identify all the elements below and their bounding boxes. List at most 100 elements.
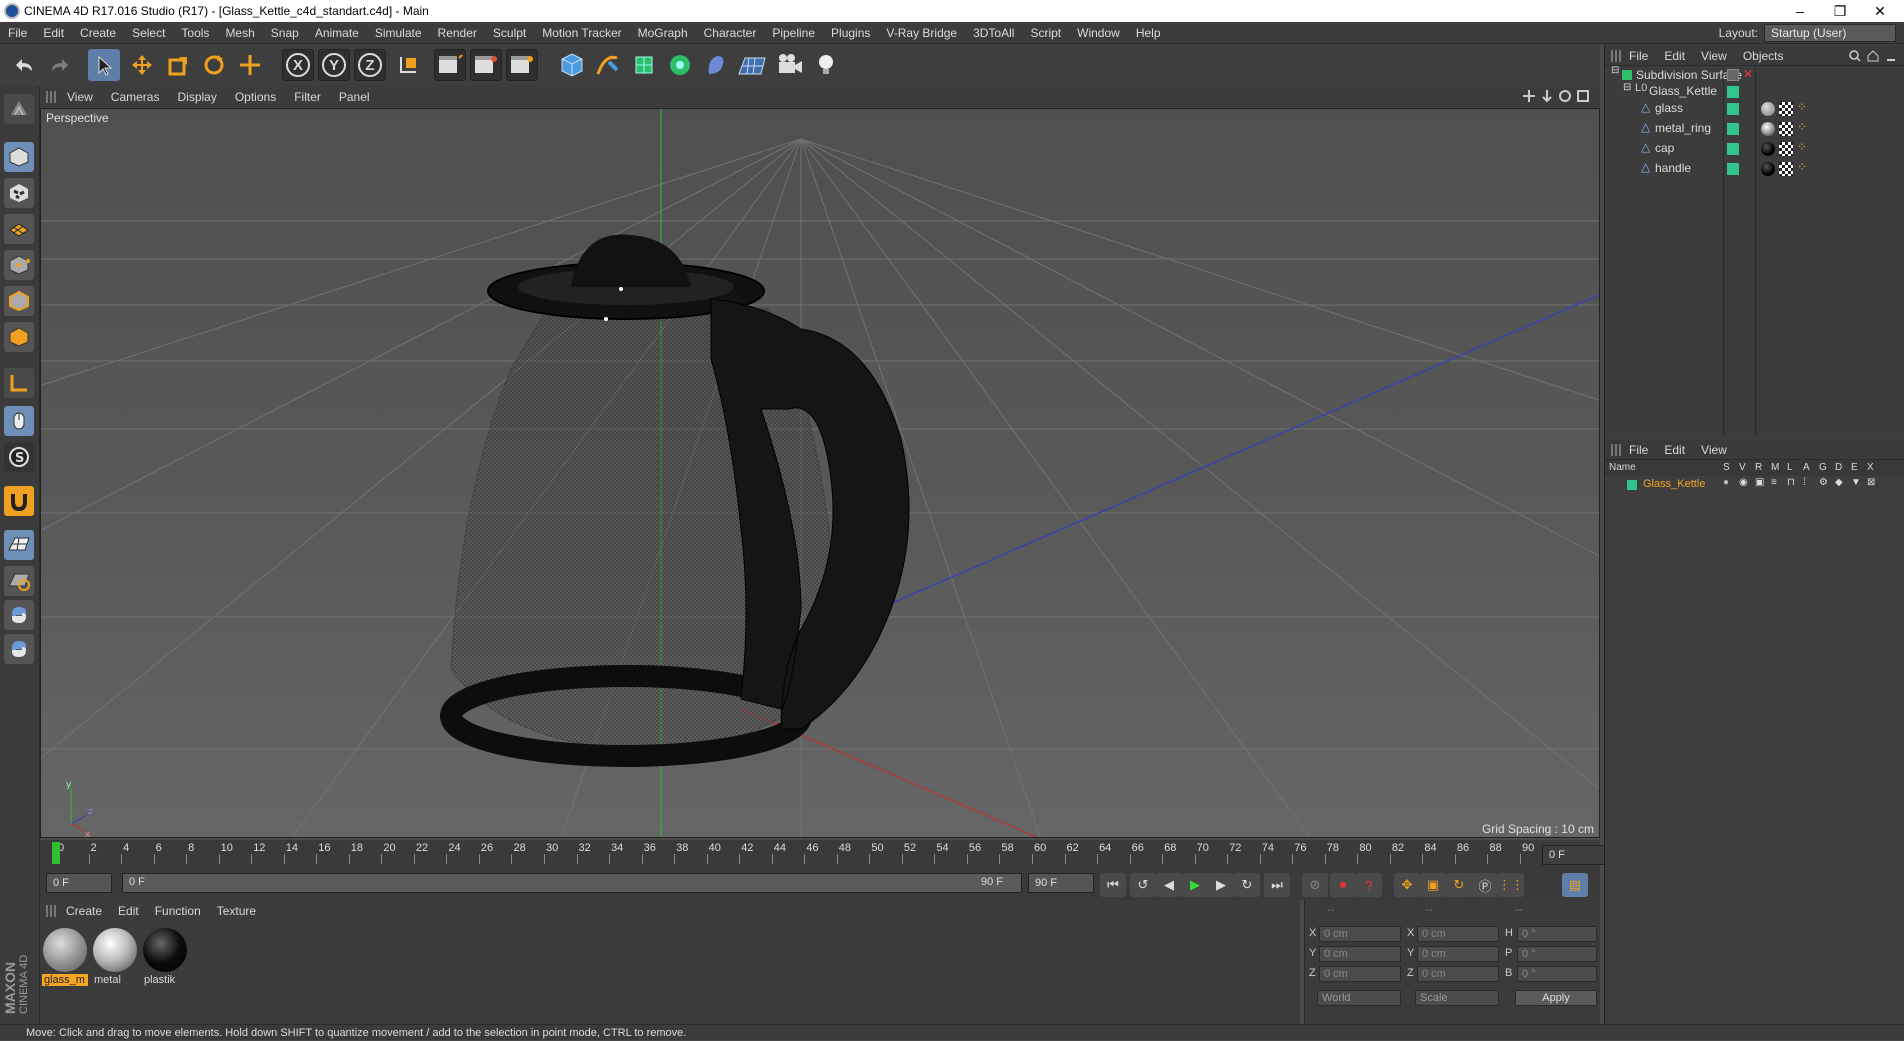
menu-help[interactable]: Help xyxy=(1128,22,1169,44)
minimize-button[interactable]: – xyxy=(1780,0,1820,22)
object-glass[interactable]: glass xyxy=(1655,101,1683,115)
menu-file[interactable]: File xyxy=(0,22,35,44)
size-y-field[interactable]: 0 cm xyxy=(1417,946,1499,962)
python-console-icon[interactable] xyxy=(4,634,34,664)
menu-sculpt[interactable]: Sculpt xyxy=(485,22,534,44)
viewport-pan-icon[interactable] xyxy=(1522,89,1536,103)
frame-range-slider[interactable]: 0 F 90 F xyxy=(122,873,1022,893)
material-menu-function[interactable]: Function xyxy=(147,904,209,918)
plastik-material-tag-icon[interactable] xyxy=(1761,162,1775,176)
menu-script[interactable]: Script xyxy=(1022,22,1069,44)
menu-select[interactable]: Select xyxy=(124,22,173,44)
menu-mesh[interactable]: Mesh xyxy=(217,22,262,44)
layer-generator-icon[interactable]: ⚙ xyxy=(1819,477,1828,488)
material-swatch-plastik[interactable]: plastik xyxy=(142,928,188,986)
expand-icon[interactable]: ⊟ xyxy=(1611,65,1619,76)
material-menu-texture[interactable]: Texture xyxy=(209,904,264,918)
play-icon[interactable]: ▶ xyxy=(1182,873,1208,897)
viewport-menu-panel[interactable]: Panel xyxy=(330,90,379,104)
next-key-icon[interactable]: ↻ xyxy=(1234,873,1260,897)
menu-vray-bridge[interactable]: V-Ray Bridge xyxy=(878,22,965,44)
key-move-icon[interactable]: ✥ xyxy=(1394,873,1420,897)
menu-simulate[interactable]: Simulate xyxy=(367,22,430,44)
axis-mode-icon[interactable] xyxy=(4,368,34,398)
key-param-icon[interactable]: Ⓟ xyxy=(1472,873,1498,897)
grid-workplane-icon[interactable] xyxy=(4,530,34,560)
z-axis-lock-button[interactable]: Z xyxy=(354,49,386,81)
undo-icon[interactable] xyxy=(8,49,40,81)
viewport-menu-display[interactable]: Display xyxy=(168,90,225,104)
layer-menu-file[interactable]: File xyxy=(1621,443,1656,457)
layer-expression-icon[interactable]: ▼ xyxy=(1851,477,1861,488)
layer-xref-icon[interactable]: ⊠ xyxy=(1867,477,1875,488)
object-menu-edit[interactable]: Edit xyxy=(1656,49,1693,63)
light-icon[interactable] xyxy=(810,49,842,81)
record-icon[interactable]: ⏺ xyxy=(1330,873,1356,897)
layer-animation-icon[interactable]: ⁞ xyxy=(1803,477,1806,488)
layer-menu-view[interactable]: View xyxy=(1693,443,1735,457)
menu-create[interactable]: Create xyxy=(72,22,124,44)
tweak-mode-icon[interactable] xyxy=(4,406,34,436)
menu-edit[interactable]: Edit xyxy=(35,22,72,44)
subdivision-surface-icon[interactable] xyxy=(628,49,660,81)
x-axis-lock-button[interactable]: X xyxy=(282,49,314,81)
visibility-dot-icon[interactable] xyxy=(1727,123,1739,135)
maximize-button[interactable]: ❐ xyxy=(1820,0,1860,22)
layer-solo-icon[interactable]: ● xyxy=(1723,477,1729,488)
y-axis-lock-button[interactable]: Y xyxy=(318,49,350,81)
viewport-menu-view[interactable]: View xyxy=(58,90,102,104)
make-editable-icon[interactable] xyxy=(4,94,34,124)
phong-tag-icon[interactable]: ⁘ xyxy=(1797,160,1807,174)
current-frame-field[interactable]: 0 F xyxy=(1542,845,1606,865)
move-icon[interactable] xyxy=(126,49,158,81)
cube-primitive-icon[interactable] xyxy=(556,49,588,81)
viewport-rotate-icon[interactable] xyxy=(1558,89,1572,103)
key-rotate-icon[interactable]: ↻ xyxy=(1446,873,1472,897)
timeline-ruler[interactable]: 0 2 4 6 8 10 12 14 16 18 20 22 24 26 28 30 32 34 36 38 40 42 4… xyxy=(40,840,1606,868)
key-scale-icon[interactable]: ▣ xyxy=(1420,873,1446,897)
menu-render[interactable]: Render xyxy=(430,22,485,44)
disabled-x-icon[interactable]: ✕ xyxy=(1743,67,1753,81)
layer-name[interactable]: Glass_Kettle xyxy=(1643,478,1705,490)
material-menu-create[interactable]: Create xyxy=(58,904,110,918)
layer-visibility-icon[interactable]: ◉ xyxy=(1739,477,1748,488)
magnet-icon[interactable] xyxy=(4,486,34,516)
layer-deformer-icon[interactable]: ◆ xyxy=(1835,477,1843,488)
rotate-icon[interactable] xyxy=(198,49,230,81)
render-settings-icon[interactable] xyxy=(506,49,538,81)
live-selection-icon[interactable] xyxy=(88,49,120,81)
autokey-icon[interactable]: ? xyxy=(1356,873,1382,897)
scale-icon[interactable] xyxy=(162,49,194,81)
object-menu-objects[interactable]: Objects xyxy=(1735,49,1792,63)
menu-snap[interactable]: Snap xyxy=(263,22,307,44)
pos-y-field[interactable]: 0 cm xyxy=(1319,946,1401,962)
menu-window[interactable]: Window xyxy=(1069,22,1128,44)
record-disabled-icon[interactable]: ⊘ xyxy=(1302,873,1328,897)
viewport-maximize-icon[interactable] xyxy=(1576,89,1590,103)
floor-icon[interactable] xyxy=(736,49,768,81)
phong-tag-icon[interactable]: ⁘ xyxy=(1797,120,1807,134)
workplane-lock-icon[interactable] xyxy=(4,566,34,596)
material-swatch-glass[interactable]: glass_m xyxy=(42,928,88,986)
camera-icon[interactable] xyxy=(774,49,806,81)
texture-tag-icon[interactable] xyxy=(1779,162,1793,176)
visibility-dot-icon[interactable] xyxy=(1727,143,1739,155)
texture-tag-icon[interactable] xyxy=(1779,102,1793,116)
object-menu-view[interactable]: View xyxy=(1693,49,1735,63)
layer-row[interactable]: Glass_Kettle ● ◉ ▣ ≡ ⊓ ⁞ ⚙ ◆ ▼ ⊠ xyxy=(1605,476,1904,494)
rot-h-field[interactable]: 0 ° xyxy=(1517,926,1597,942)
cloner-icon[interactable] xyxy=(664,49,696,81)
deformer-icon[interactable] xyxy=(700,49,732,81)
menu-mograph[interactable]: MoGraph xyxy=(630,22,696,44)
texture-mode-icon[interactable] xyxy=(4,178,34,208)
plastik-material-tag-icon[interactable] xyxy=(1761,142,1775,156)
workplane-mode-icon[interactable] xyxy=(4,214,34,244)
size-x-field[interactable]: 0 cm xyxy=(1417,926,1499,942)
metal-material-tag-icon[interactable] xyxy=(1761,122,1775,136)
close-button[interactable]: ✕ xyxy=(1860,0,1900,22)
menu-tools[interactable]: Tools xyxy=(173,22,217,44)
subdivision-checker-icon[interactable] xyxy=(1727,69,1739,81)
menu-animate[interactable]: Animate xyxy=(307,22,367,44)
texture-tag-icon[interactable] xyxy=(1779,122,1793,136)
size-z-field[interactable]: 0 cm xyxy=(1417,966,1499,982)
